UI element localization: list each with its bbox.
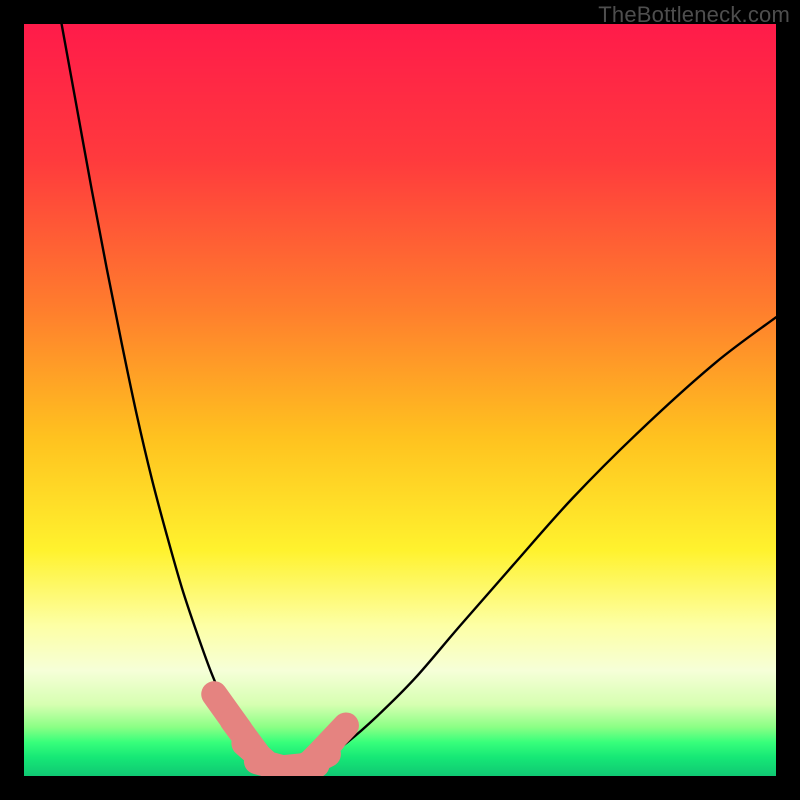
plot-area <box>24 24 776 776</box>
left-branch-curve <box>62 24 288 768</box>
right-branch-curve <box>287 317 776 768</box>
highlight-markers <box>214 694 346 774</box>
curve-layer <box>24 24 776 776</box>
highlight-marker <box>316 725 346 757</box>
watermark-text: TheBottleneck.com <box>598 2 790 28</box>
chart-frame: TheBottleneck.com <box>0 0 800 800</box>
